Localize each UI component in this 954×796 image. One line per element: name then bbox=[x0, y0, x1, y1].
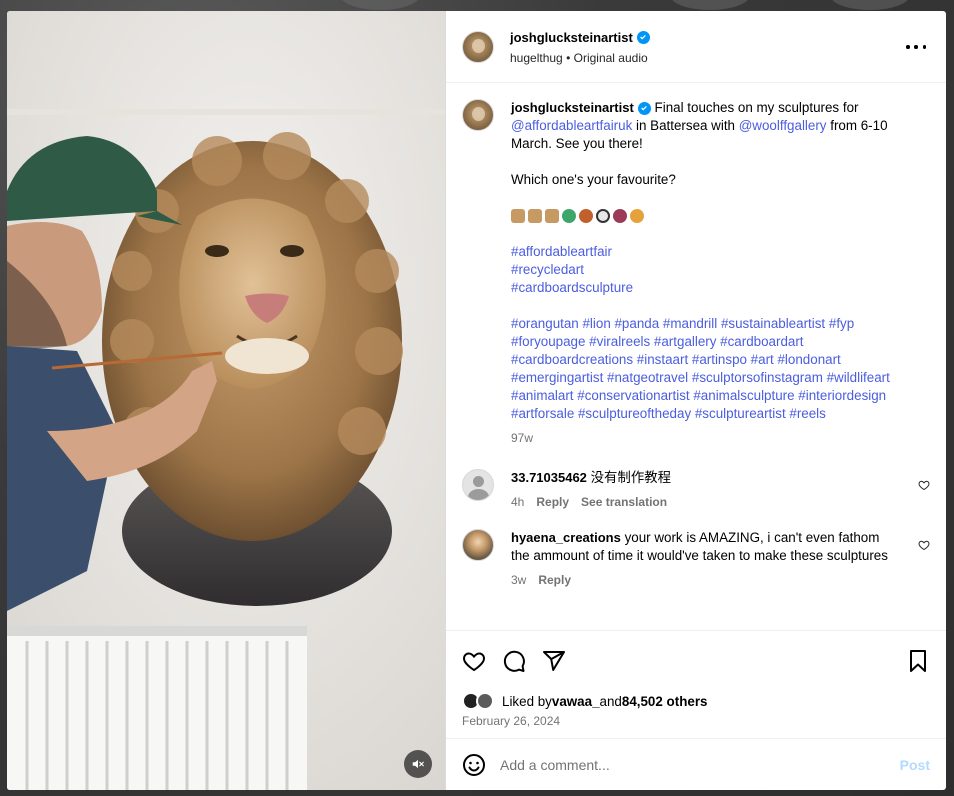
author-username[interactable]: joshglucksteinartist bbox=[510, 30, 650, 45]
liker-avatars bbox=[462, 691, 502, 711]
author-meta: joshglucksteinartist hugelthug • Origina… bbox=[510, 29, 650, 65]
post-caption: joshglucksteinartist Final touches on my… bbox=[462, 99, 930, 447]
comment-username[interactable]: hyaena_creations bbox=[511, 530, 621, 545]
comment-item: 33.71035462 没有制作教程 4h Reply See translat… bbox=[462, 469, 930, 511]
orangutan-emoji-icon bbox=[579, 209, 593, 223]
comment-body: hyaena_creations your work is AMAZING, i… bbox=[511, 529, 901, 589]
caption-text: joshglucksteinartist Final touches on my… bbox=[511, 99, 921, 153]
caption-question: Which one's your favourite? bbox=[511, 172, 676, 187]
reply-button[interactable]: Reply bbox=[538, 571, 571, 589]
like-heart-icon[interactable] bbox=[462, 649, 486, 673]
verified-badge-icon bbox=[637, 101, 651, 115]
comment-bubble-icon[interactable] bbox=[502, 649, 526, 673]
comment-age[interactable]: 3w bbox=[511, 571, 526, 589]
post-actions-bar bbox=[446, 630, 946, 690]
mention-link[interactable]: @woolffgallery bbox=[739, 118, 827, 133]
likes-user-link[interactable]: vawaa_ bbox=[552, 694, 600, 709]
comment-username[interactable]: 33.71035462 bbox=[511, 470, 587, 485]
package-emoji-icon bbox=[511, 209, 525, 223]
comment-text: 没有制作教程 bbox=[590, 470, 671, 485]
reply-button[interactable]: Reply bbox=[536, 493, 569, 511]
post-date[interactable]: February 26, 2024 bbox=[446, 712, 946, 738]
likes-count-link[interactable]: 84,502 others bbox=[622, 694, 708, 709]
more-dot-icon bbox=[922, 45, 926, 49]
post-comment-button[interactable]: Post bbox=[900, 757, 930, 773]
post-side-panel: joshglucksteinartist hugelthug • Origina… bbox=[445, 11, 946, 790]
more-options-button[interactable] bbox=[906, 37, 926, 57]
caption-author-avatar[interactable] bbox=[462, 99, 494, 131]
audio-user-link[interactable]: hugelthug bbox=[510, 51, 563, 65]
comment-heart-icon[interactable] bbox=[918, 479, 930, 491]
see-translation-button[interactable]: See translation bbox=[581, 493, 667, 511]
caption-author-text[interactable]: joshglucksteinartist bbox=[511, 99, 634, 117]
comment-actions: 3w Reply bbox=[511, 571, 901, 589]
post-modal: joshglucksteinartist hugelthug • Origina… bbox=[7, 11, 946, 790]
author-avatar[interactable] bbox=[462, 30, 494, 63]
video-frame bbox=[7, 11, 445, 790]
verified-badge-icon bbox=[636, 30, 650, 44]
recycle-emoji-icon bbox=[562, 209, 576, 223]
save-bookmark-icon[interactable] bbox=[906, 649, 930, 673]
comment-item: hyaena_creations your work is AMAZING, i… bbox=[462, 529, 930, 589]
mute-toggle-button[interactable] bbox=[404, 750, 432, 778]
author-username-text[interactable]: joshglucksteinartist bbox=[510, 30, 633, 45]
hashtag-link[interactable]: #affordableartfair bbox=[511, 243, 921, 261]
likes-prefix: Liked by bbox=[502, 693, 552, 709]
package-emoji-icon bbox=[528, 209, 542, 223]
audio-separator: • bbox=[566, 50, 571, 65]
comment-avatar[interactable] bbox=[462, 529, 494, 561]
panda-emoji-icon bbox=[596, 209, 610, 223]
more-dot-icon bbox=[914, 45, 918, 49]
mention-link[interactable]: @affordableartfairuk bbox=[511, 118, 632, 133]
post-header: joshglucksteinartist hugelthug • Origina… bbox=[446, 11, 946, 83]
caption-text-part: in Battersea with bbox=[632, 118, 739, 133]
background-avatar bbox=[830, 0, 910, 10]
caption-age[interactable]: 97w bbox=[511, 429, 921, 447]
caption-body: joshglucksteinartist Final touches on my… bbox=[511, 99, 921, 447]
background-avatar bbox=[340, 0, 420, 10]
emoji-row bbox=[511, 207, 921, 225]
comments-scroll-area[interactable]: joshglucksteinartist Final touches on my… bbox=[446, 83, 946, 630]
background-avatar bbox=[670, 0, 750, 10]
comment-heart-icon[interactable] bbox=[918, 539, 930, 551]
comment-body: 33.71035462 没有制作教程 4h Reply See translat… bbox=[511, 469, 901, 511]
hashtag-link[interactable]: #cardboardsculpture bbox=[511, 279, 921, 297]
comment-avatar[interactable] bbox=[462, 469, 494, 501]
likes-summary: Liked by vawaa_ and 84,502 others bbox=[446, 690, 946, 712]
hashtag-block[interactable]: #orangutan #lion #panda #mandrill #susta… bbox=[511, 315, 921, 423]
more-dot-icon bbox=[906, 45, 910, 49]
liker-avatar[interactable] bbox=[476, 692, 494, 710]
audio-info: hugelthug • Original audio bbox=[510, 51, 650, 65]
speaker-muted-icon bbox=[412, 759, 424, 769]
audio-label-link[interactable]: Original audio bbox=[574, 51, 648, 65]
share-send-icon[interactable] bbox=[542, 649, 566, 673]
lion-emoji-icon bbox=[630, 209, 644, 223]
caption-text-part: Final touches on my sculptures for bbox=[654, 100, 863, 115]
hashtag-list: #affordableartfair #recycledart #cardboa… bbox=[511, 243, 921, 297]
caption-author[interactable]: joshglucksteinartist bbox=[511, 99, 651, 117]
hashtag-link[interactable]: #recycledart bbox=[511, 261, 921, 279]
comment-age[interactable]: 4h bbox=[511, 493, 524, 511]
add-comment-bar: Post bbox=[446, 738, 946, 790]
squirrel-emoji-icon bbox=[613, 209, 627, 223]
emoji-picker-icon[interactable] bbox=[462, 753, 486, 777]
comment-input[interactable] bbox=[500, 756, 900, 773]
comment-actions: 4h Reply See translation bbox=[511, 493, 901, 511]
package-emoji-icon bbox=[545, 209, 559, 223]
post-video[interactable] bbox=[7, 11, 445, 790]
likes-middle: and bbox=[599, 693, 622, 709]
